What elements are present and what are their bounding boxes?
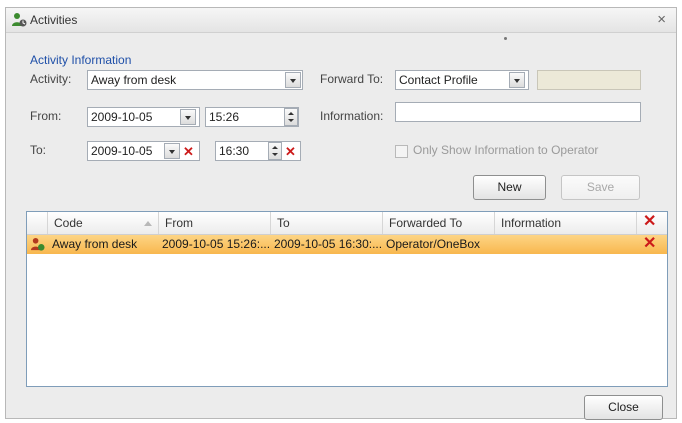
only-show-operator-label: Only Show Information to Operator xyxy=(413,143,599,157)
chevron-down-icon xyxy=(514,79,520,83)
table-row[interactable]: Away from desk 2009-10-05 15:26:... 2009… xyxy=(27,235,667,254)
activity-status-icon xyxy=(30,237,45,251)
column-header-from[interactable]: From xyxy=(159,212,271,234)
information-input[interactable] xyxy=(395,102,641,122)
from-time-value: 15:26 xyxy=(209,110,240,124)
column-header-information[interactable]: Information xyxy=(495,212,637,234)
to-label: To: xyxy=(30,143,47,157)
close-button[interactable]: Close xyxy=(584,395,663,420)
spin-down-icon xyxy=(272,153,278,156)
spin-down-icon xyxy=(288,119,294,122)
delete-row-icon[interactable]: ✕ xyxy=(643,236,656,252)
sort-ascending-icon xyxy=(144,221,152,226)
forward-to-dropdown-button[interactable] xyxy=(509,72,525,88)
to-time-value: 16:30 xyxy=(219,144,250,158)
save-button[interactable]: Save xyxy=(561,175,640,200)
to-time-spinner[interactable] xyxy=(268,142,282,160)
column-header-icon xyxy=(27,212,48,234)
window-title: Activities xyxy=(30,13,78,27)
new-button[interactable]: New xyxy=(473,175,546,200)
activity-dropdown-button[interactable] xyxy=(285,72,301,88)
close-window-icon[interactable]: × xyxy=(657,11,666,28)
chevron-down-icon xyxy=(290,79,296,83)
forward-to-value: Contact Profile xyxy=(399,73,478,87)
only-show-operator-checkbox[interactable] xyxy=(395,145,408,158)
chevron-down-icon xyxy=(169,150,175,154)
column-header-code-label: Code xyxy=(54,216,83,230)
clear-to-date-icon[interactable]: ✕ xyxy=(183,145,194,159)
activity-person-icon xyxy=(12,13,27,27)
decoration-dot xyxy=(504,37,507,40)
forward-to-target-field xyxy=(537,70,641,90)
activity-select[interactable]: Away from desk xyxy=(87,70,303,90)
activities-table: Code From To Forwarded To Information ✕ … xyxy=(26,211,668,387)
from-date-dropdown-button[interactable] xyxy=(180,109,196,125)
row-to: 2009-10-05 16:30:... xyxy=(274,237,383,251)
from-label: From: xyxy=(30,109,62,123)
row-from: 2009-10-05 15:26:... xyxy=(162,237,271,251)
from-time-spinner[interactable] xyxy=(284,108,298,126)
clear-to-time-icon[interactable]: ✕ xyxy=(285,145,296,159)
from-date-value: 2009-10-05 xyxy=(91,110,153,124)
forward-to-label: Forward To: xyxy=(320,72,384,86)
delete-all-icon[interactable]: ✕ xyxy=(643,214,656,230)
activity-info-group-title: Activity Information xyxy=(30,53,132,67)
activity-label: Activity: xyxy=(30,72,72,86)
table-header: Code From To Forwarded To Information ✕ xyxy=(27,212,667,235)
column-header-forwarded-to[interactable]: Forwarded To xyxy=(383,212,495,234)
activity-select-value: Away from desk xyxy=(91,73,177,87)
title-bar: Activities × xyxy=(6,8,676,33)
to-date-dropdown-button[interactable] xyxy=(164,143,180,159)
information-label: Information: xyxy=(320,109,384,123)
column-header-to[interactable]: To xyxy=(271,212,383,234)
to-date-value: 2009-10-05 xyxy=(91,144,153,158)
activities-dialog: Activities × Activity Information Activi… xyxy=(5,7,677,420)
row-information xyxy=(495,235,638,254)
spin-up-icon xyxy=(288,112,294,115)
chevron-down-icon xyxy=(185,116,191,120)
spin-up-icon xyxy=(272,146,278,149)
column-header-code[interactable]: Code xyxy=(48,212,159,234)
row-forwarded-to: Operator/OneBox xyxy=(386,237,481,251)
row-code: Away from desk xyxy=(52,237,138,251)
